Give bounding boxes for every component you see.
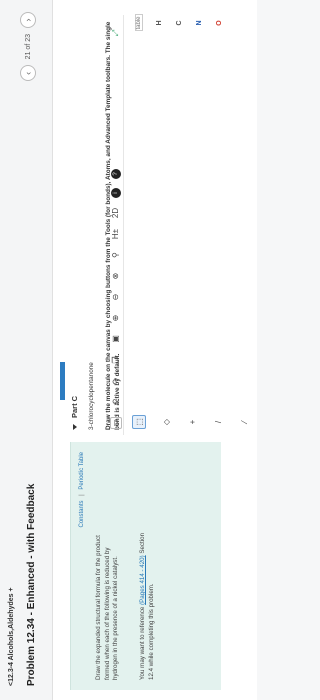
caret-down-icon — [72, 424, 77, 430]
reference-text: You may want to reference (Pages 414 - 4… — [139, 530, 156, 680]
part-section: Part C 3-chlorocyclopentanone Draw the m… — [70, 10, 121, 430]
pagination: ‹ 21 of 23 › — [20, 12, 36, 82]
undo-icon[interactable]: ↶ — [110, 396, 122, 408]
page-counter: 21 of 23 — [24, 34, 32, 60]
reference-link[interactable]: (Pages 414 - 420) — [139, 555, 146, 605]
editor-toolbar: ▭ ↶ ↷ ❐ ▣ ⊕ ⊖ ⊗ ⚲ H± 2D i? ⤢ — [108, 15, 124, 435]
zoom-out-icon[interactable]: ⊖ — [110, 291, 122, 303]
progress-indicator — [60, 362, 65, 400]
zoom-in-icon[interactable]: ⊕ — [110, 312, 122, 324]
help-icon[interactable]: ? — [110, 169, 121, 179]
eraser-icon[interactable]: ◇ — [160, 416, 172, 428]
periodic-table-link[interactable]: Periodic Table — [79, 452, 85, 490]
charge-plus-icon[interactable]: + — [186, 416, 198, 428]
problem-instructions: Draw the expanded structural formula for… — [95, 535, 120, 680]
link-separator: | — [79, 494, 85, 496]
redo-icon[interactable]: ↷ — [110, 375, 122, 387]
atom-c-button[interactable]: C — [176, 20, 183, 25]
atom-n-button[interactable]: N — [196, 20, 203, 25]
breadcrumb[interactable]: <12.3-4 Alcohols,Aldehydes + — [8, 587, 15, 686]
page-frame: <12.3-4 Alcohols,Aldehydes + Problem 12.… — [0, 0, 257, 700]
search-icon[interactable]: ⚲ — [110, 249, 122, 261]
new-document-icon[interactable]: ▭ — [109, 417, 122, 429]
atom-o-button[interactable]: O — [216, 20, 223, 25]
copy-icon[interactable]: ❐ — [110, 354, 122, 366]
constants-link[interactable]: Constants — [79, 501, 85, 528]
chain-bond-icon[interactable]: ⁄ — [238, 416, 250, 428]
single-bond-icon[interactable]: / — [212, 416, 224, 428]
atom-h-button[interactable]: H — [156, 20, 163, 25]
problem-info-panel: Constants | Periodic Table Draw the expa… — [70, 440, 250, 690]
reference-prefix: You may want to reference — [139, 606, 146, 680]
info-box: Constants | Periodic Table Draw the expa… — [70, 442, 221, 690]
part-header[interactable]: Part C — [70, 10, 79, 430]
tools-sidebar: ⬚◇+/⁄╱ — [132, 415, 257, 429]
resource-links: Constants | Periodic Table — [79, 452, 85, 528]
page-title: Problem 12.34 - Enhanced - with Feedback — [26, 483, 37, 686]
part-label: Part C — [70, 395, 79, 418]
molecule-editor[interactable]: ▭↶↷❐▣⊕⊖⊗⚲H±2Di?⤢ ⬚◇+/⁄╱ table H C N O — [80, 0, 257, 435]
zoom-fit-icon[interactable]: ⊗ — [110, 270, 122, 282]
chevron-right-icon[interactable]: › — [20, 12, 36, 28]
chevron-left-icon[interactable]: ‹ — [20, 65, 36, 82]
selection-tool-icon[interactable]: ⬚ — [132, 415, 146, 429]
explicit-hydrogens-icon[interactable]: H± — [110, 228, 122, 240]
atoms-sidebar: table H C N O — [135, 14, 223, 32]
header-bar: <12.3-4 Alcohols,Aldehydes + Problem 12.… — [0, 0, 53, 700]
expand-icon[interactable]: ⤢ — [110, 27, 122, 39]
periodic-table-button[interactable]: table — [135, 14, 143, 32]
2d-clean-icon[interactable]: 2D — [110, 207, 122, 219]
paste-icon[interactable]: ▣ — [110, 333, 122, 345]
info-icon[interactable]: i — [110, 188, 121, 198]
